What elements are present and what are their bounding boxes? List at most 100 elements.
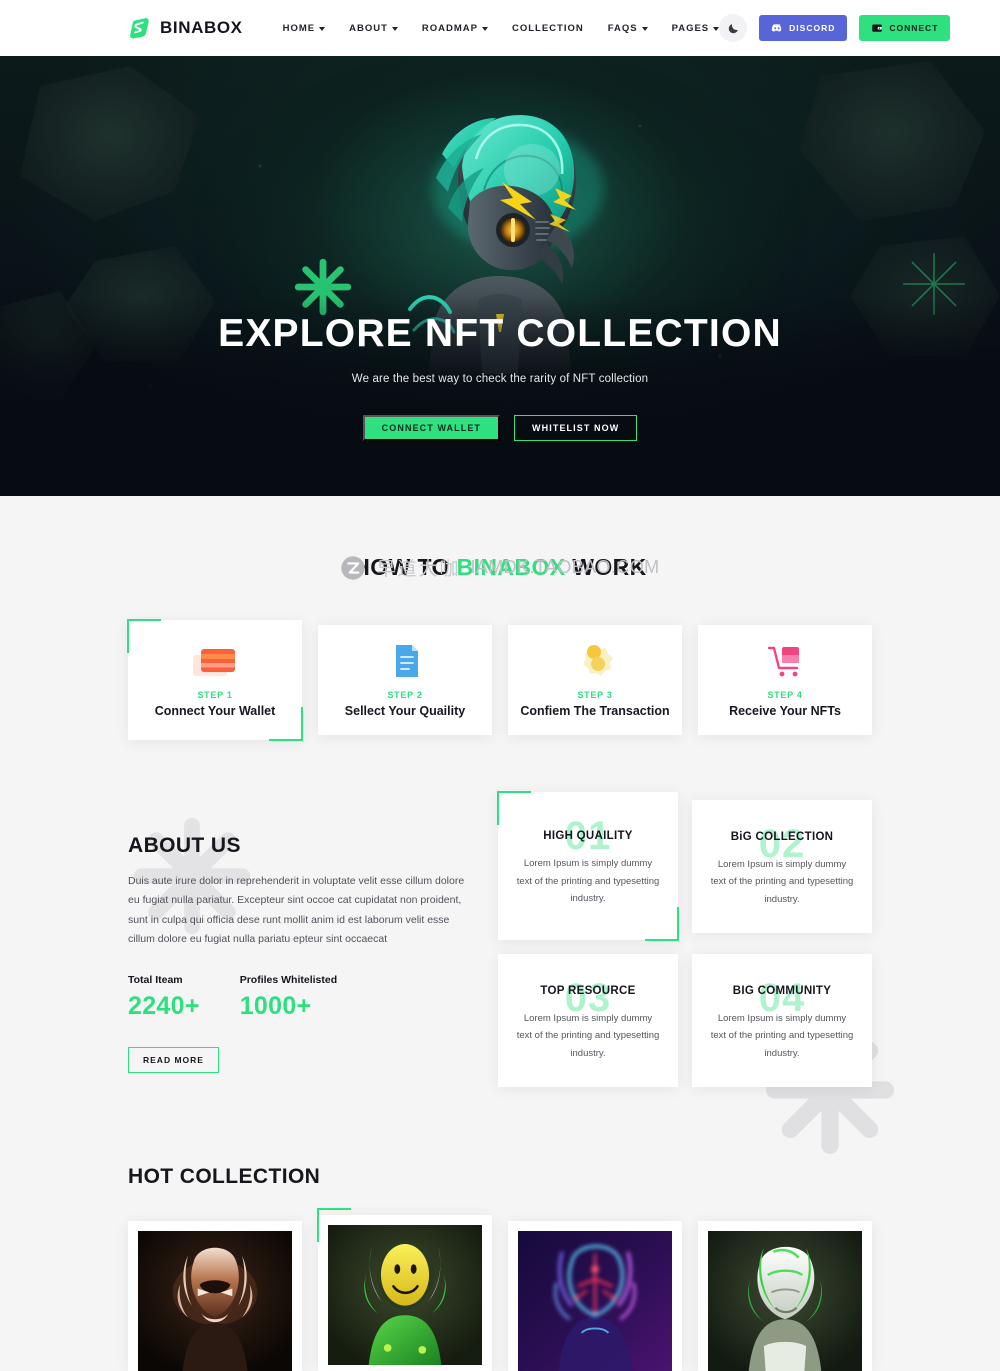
stat-value: 2240+ <box>128 991 200 1020</box>
feature-text: Lorem Ipsum is simply dummy text of the … <box>710 858 854 905</box>
nft-art-white-green-alien <box>708 1231 862 1371</box>
chevron-down-icon <box>641 26 648 31</box>
nft-art-bronze-alien <box>138 1231 292 1371</box>
hero-title: EXPLORE NFT COLLECTION <box>218 312 782 355</box>
hero-section: EXPLORE NFT COLLECTION We are the best w… <box>0 56 1000 496</box>
nft-art-neon-purple-alien <box>518 1231 672 1371</box>
feature-title: BIG COMMUNITY <box>732 984 832 997</box>
about-section: ABOUT US Duis aute irure dolor in repreh… <box>0 791 1000 1155</box>
nft-card-3[interactable] <box>508 1221 682 1371</box>
about-description: Duis aute irure dolor in reprehenderit i… <box>128 875 465 946</box>
binabox-logo-icon <box>128 16 152 40</box>
hot-collection-section: HOT COLLECTION <box>0 1165 1000 1371</box>
wallet-icon <box>872 24 883 32</box>
stat-label: Total Iteam <box>128 973 183 986</box>
nav-item-about[interactable]: ABOUT <box>349 23 398 34</box>
header-actions: DISCORD CONNECT <box>719 14 951 42</box>
feature-card-high-quality[interactable]: 01 HIGH QUAILITY Lorem Ipsum is simply d… <box>497 791 679 941</box>
nft-card-1[interactable] <box>128 1221 302 1371</box>
title-suffix: WORK <box>565 554 647 580</box>
nft-card-4[interactable] <box>698 1221 872 1371</box>
stats-list: Total Iteam 2240+ Profiles Whitelisted 1… <box>128 974 468 1021</box>
feature-title: HIGH QUAILITY <box>543 830 633 843</box>
about-content: ABOUT US Duis aute irure dolor in repreh… <box>128 800 468 1073</box>
corner-accent-bottom-right <box>645 907 679 941</box>
connect-wallet-button[interactable]: CONNECT WALLET <box>362 415 501 441</box>
step-card-1[interactable]: STEP 1 Connect Your Wallet <box>127 619 303 741</box>
feature-text: Lorem Ipsum is simply dummy text of the … <box>516 1012 660 1059</box>
discord-label: DISCORD <box>789 23 836 33</box>
nav-label: PAGES <box>671 22 710 34</box>
features-grid: 01 HIGH QUAILITY Lorem Ipsum is simply d… <box>497 791 872 1087</box>
theme-toggle-button[interactable] <box>719 14 748 42</box>
read-more-button[interactable]: READ MORE <box>128 1046 219 1073</box>
nav-label: COLLECTION <box>511 22 584 34</box>
step-label: STEP 3 <box>577 690 613 700</box>
discord-icon <box>771 24 782 32</box>
step-label: STEP 2 <box>387 690 423 700</box>
step-label: STEP 1 <box>197 690 233 700</box>
corner-accent-top-left <box>497 791 531 825</box>
hero-content: EXPLORE NFT COLLECTION We are the best w… <box>0 56 1000 441</box>
nav-label: FAQS <box>607 22 638 34</box>
how-it-works-title: HOW TO BINABOX WORK <box>128 554 872 581</box>
step-card-2[interactable]: STEP 2 Sellect Your Quaility <box>318 625 492 735</box>
step-title: Receive Your NFTs <box>729 704 841 718</box>
step-card-4[interactable]: STEP 4 Receive Your NFTs <box>698 625 872 735</box>
feature-card-big-community[interactable]: 04 BIG COMMUNITY Lorem Ipsum is simply d… <box>692 954 872 1087</box>
brand-name: BINABOX <box>160 18 243 37</box>
nft-grid <box>128 1208 872 1371</box>
stat-value: 1000+ <box>239 991 312 1020</box>
title-highlight: BINABOX <box>456 554 566 580</box>
hero-subtitle: We are the best way to check the rarity … <box>351 373 649 385</box>
connect-label: CONNECT <box>889 23 939 33</box>
step-label: STEP 4 <box>767 690 803 700</box>
nav-item-roadmap[interactable]: ROADMAP <box>422 23 488 34</box>
nft-art-green-smiley-alien <box>328 1225 482 1365</box>
step-card-3[interactable]: STEP 3 Confiem The Transaction <box>508 625 682 735</box>
chevron-down-icon <box>391 26 398 31</box>
stat-label: Profiles Whitelisted <box>239 973 338 986</box>
about-title: ABOUT US <box>128 834 241 857</box>
feature-title: BiG COLLECTION <box>730 830 834 843</box>
nav-item-collection[interactable]: COLLECTION <box>512 23 584 34</box>
gear-check-icon <box>572 642 618 680</box>
credit-card-icon <box>191 642 239 680</box>
title-prefix: HOW TO <box>353 554 457 580</box>
step-title: Connect Your Wallet <box>154 704 276 718</box>
feature-text: Lorem Ipsum is simply dummy text of the … <box>516 858 660 905</box>
corner-accent-top-left <box>127 619 161 653</box>
feature-card-big-collection[interactable]: 02 BiG COLLECTION Lorem Ipsum is simply … <box>692 800 872 933</box>
stat-profiles-whitelisted: Profiles Whitelisted 1000+ <box>240 974 337 1021</box>
document-icon <box>385 642 425 680</box>
step-title: Confiem The Transaction <box>520 704 670 718</box>
nav-label: ROADMAP <box>421 22 478 34</box>
shopping-cart-icon <box>764 642 806 680</box>
nav-item-home[interactable]: HOME <box>283 23 326 34</box>
whitelist-now-button[interactable]: WHITELIST NOW <box>514 415 638 441</box>
hot-collection-title: HOT COLLECTION <box>128 1165 321 1188</box>
feature-title: TOP RESOURCE <box>540 984 636 997</box>
about-layout: ABOUT US Duis aute irure dolor in repreh… <box>128 791 872 1087</box>
chevron-down-icon <box>481 26 488 31</box>
nav-item-faqs[interactable]: FAQS <box>608 23 648 34</box>
discord-button[interactable]: DISCORD <box>759 15 848 41</box>
connect-button[interactable]: CONNECT <box>859 15 951 41</box>
steps-list: STEP 1 Connect Your Wallet STEP 2 Sellec… <box>127 619 872 741</box>
moon-icon <box>728 23 738 33</box>
site-header: BINABOX HOME ABOUT ROADMAP COLLECTION FA… <box>0 0 1000 56</box>
brand-logo[interactable]: BINABOX <box>128 16 243 40</box>
nav-label: ABOUT <box>349 22 388 34</box>
main-navigation: HOME ABOUT ROADMAP COLLECTION FAQS PAGES <box>283 23 720 34</box>
hero-actions: CONNECT WALLET WHITELIST NOW <box>0 415 1000 441</box>
feature-card-top-resource[interactable]: 03 TOP RESOURCE Lorem Ipsum is simply du… <box>498 954 678 1087</box>
nav-item-pages[interactable]: PAGES <box>672 23 720 34</box>
nav-label: HOME <box>282 22 316 34</box>
feature-text: Lorem Ipsum is simply dummy text of the … <box>710 1012 854 1059</box>
chevron-down-icon <box>319 26 326 31</box>
how-it-works-section: HOW TO BINABOX WORK STEP 1 Connect Your … <box>0 496 1000 741</box>
step-title: Sellect Your Quaility <box>344 704 466 718</box>
stat-total-item: Total Iteam 2240+ <box>128 974 200 1021</box>
landing-page: BINABOX HOME ABOUT ROADMAP COLLECTION FA… <box>0 0 1000 1371</box>
nft-card-2[interactable] <box>317 1208 492 1371</box>
